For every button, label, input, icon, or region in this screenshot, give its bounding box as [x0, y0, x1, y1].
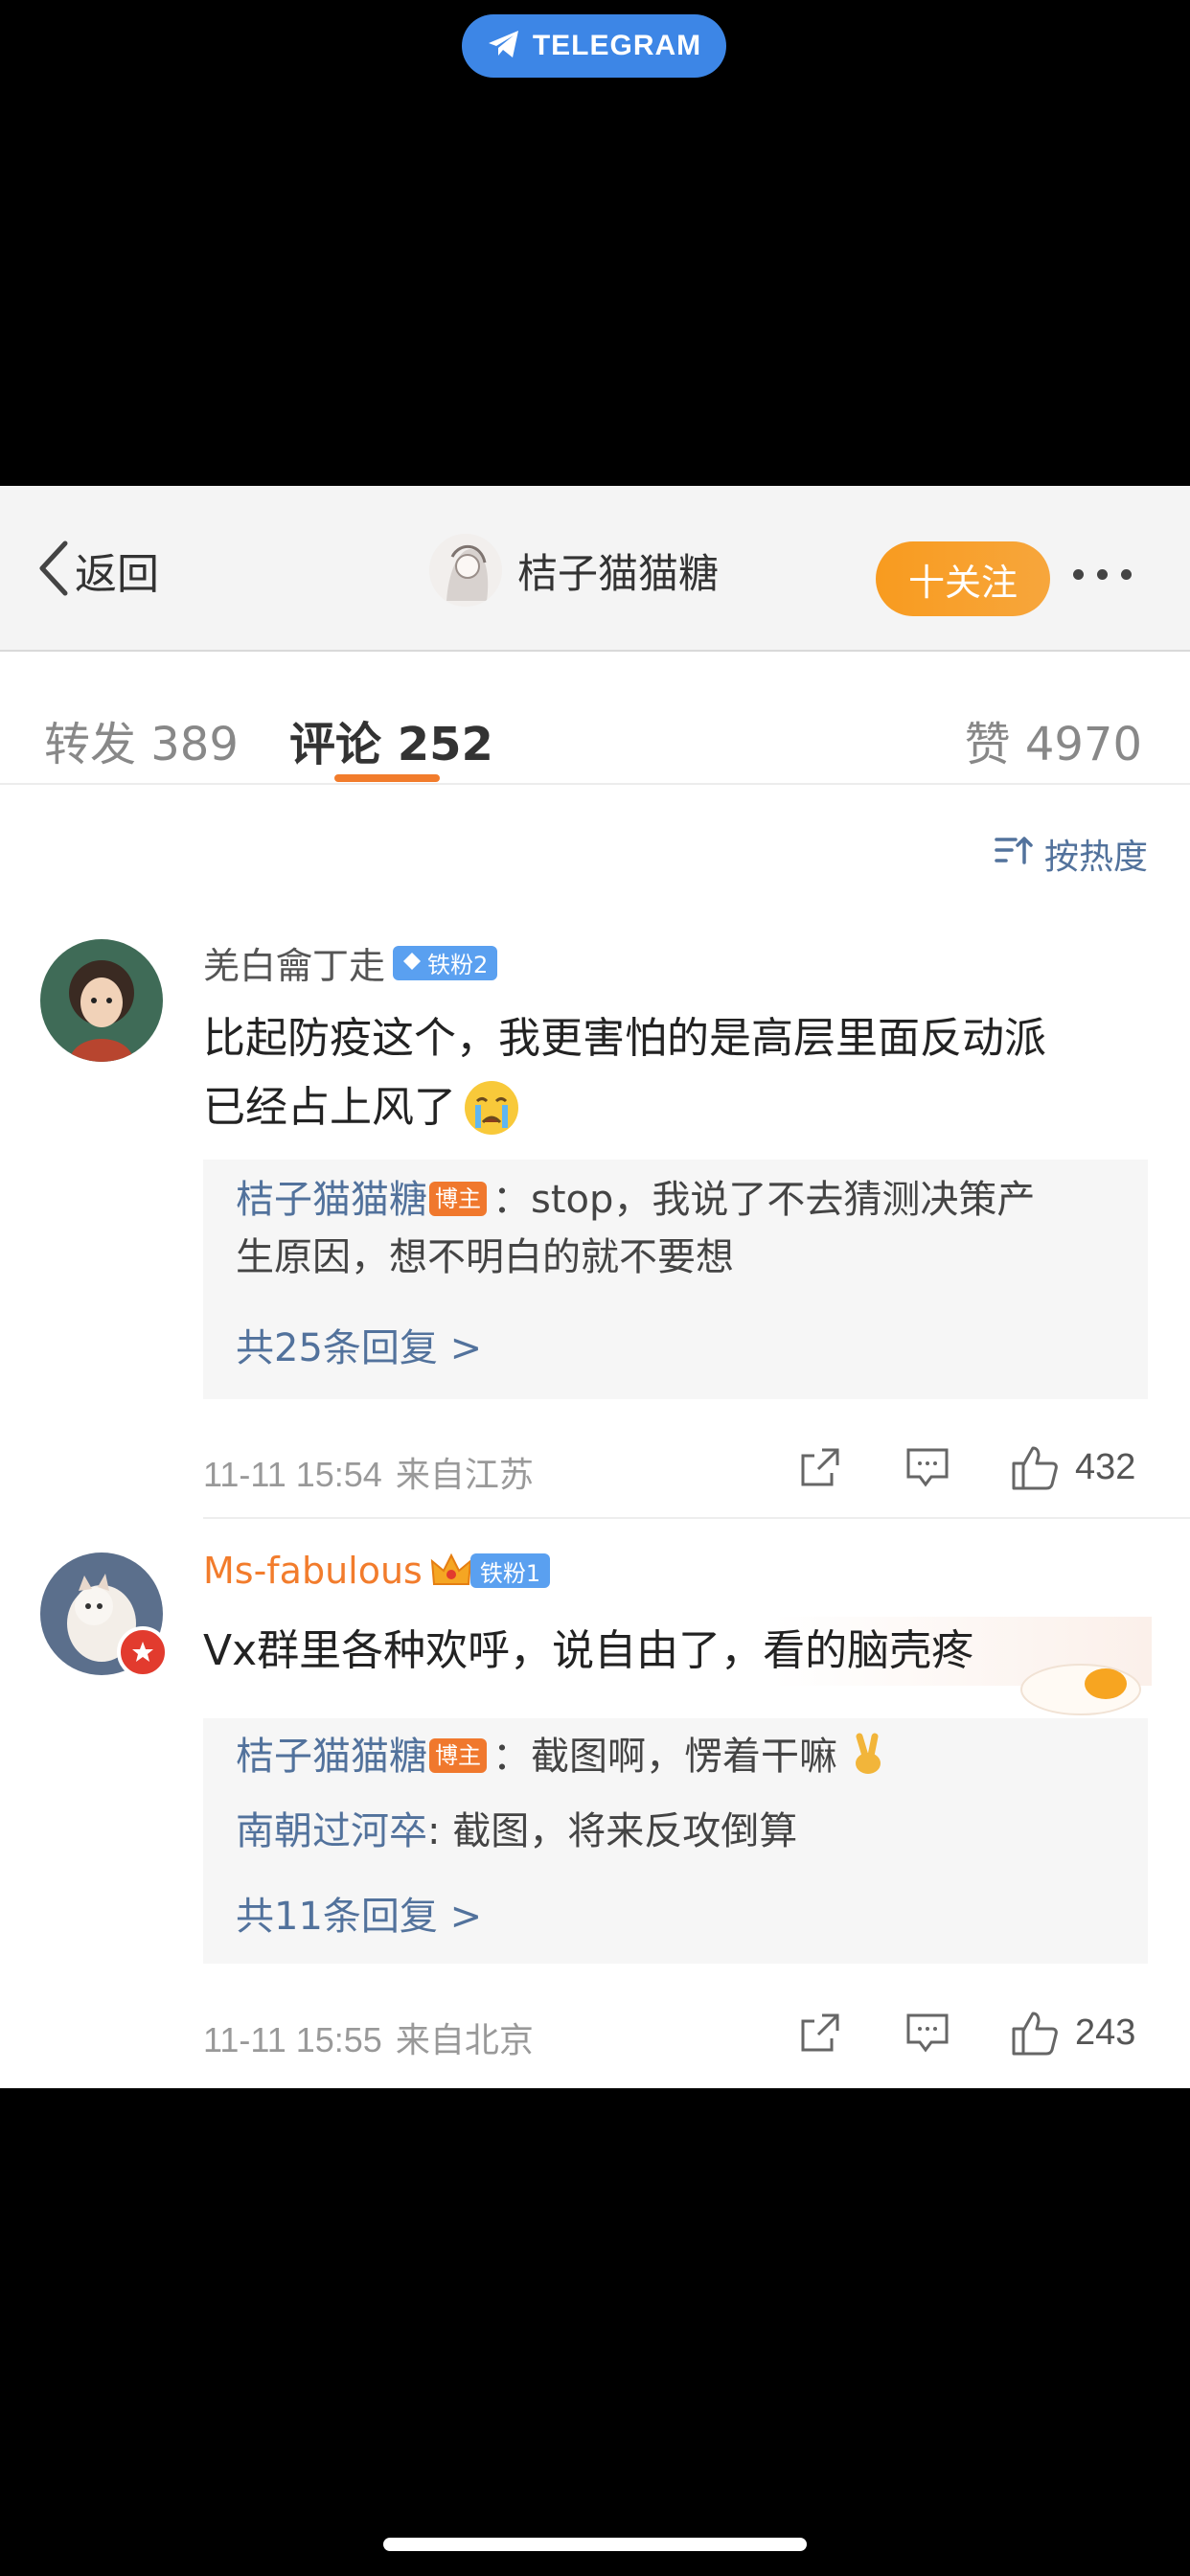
- sort-label: 按热度: [1043, 838, 1148, 877]
- sort-icon: [995, 834, 1033, 875]
- tab-likes[interactable]: 赞 4970: [965, 706, 1142, 773]
- share-icon[interactable]: [791, 1438, 849, 1496]
- comment-text: Vx群里各种欢呼，说自由了，看的脑壳疼: [203, 1617, 1152, 1686]
- commenter-name-text: Ms-fabulous: [203, 1550, 423, 1592]
- nav-user[interactable]: 桔子猫猫糖: [429, 534, 719, 607]
- comment-meta: 11-11 15:54 来自江苏: [203, 1447, 534, 1497]
- reply-text-continued: 生原因，想不明白的就不要想: [236, 1235, 734, 1279]
- like-icon[interactable]: [1006, 1438, 1064, 1496]
- victory-hand-icon: [850, 1733, 888, 1777]
- comment-divider: [203, 1517, 1190, 1519]
- nav-user-name: 桔子猫猫糖: [517, 549, 720, 597]
- reply-item: 桔子猫猫糖 博主 ：截图啊，愣着干嘛: [236, 1728, 888, 1785]
- chevron-left-icon: [36, 540, 69, 601]
- reply-box-more[interactable]: 共11条回复 >: [203, 1872, 1148, 1964]
- nav-user-avatar[interactable]: [429, 534, 502, 607]
- comment-text-line: Vx群里各种欢呼，说自由了，看的脑壳疼: [203, 1626, 974, 1675]
- commenter-name[interactable]: 羌白龠丁走 铁粉2: [203, 936, 498, 989]
- commenter-name[interactable]: Ms-fabulous 铁粉1: [203, 1550, 551, 1592]
- reply-text: ：截图啊，愣着干嘛: [492, 1735, 837, 1779]
- host-tag: 博主: [429, 1182, 487, 1216]
- comment-time: 11-11 15:55: [203, 2020, 382, 2059]
- reply-author[interactable]: 桔子猫猫糖: [236, 1735, 427, 1779]
- fan-badge: 铁粉2: [393, 945, 498, 980]
- tab-reposts[interactable]: 转发 389: [44, 706, 239, 773]
- tab-bar: 转发 389 评论 252 赞 4970: [0, 668, 1190, 785]
- host-tag: 博主: [429, 1738, 487, 1773]
- weibo-screenshot: 返回 桔子猫猫糖 十关注 转发 389 评论 252 赞 4970 按热度 羌白…: [0, 486, 1190, 2088]
- fan-badge-label: 铁粉2: [427, 952, 489, 978]
- telegram-badge: TELEGRAM: [462, 14, 726, 78]
- telegram-label: TELEGRAM: [532, 30, 702, 61]
- reply-text: : 截图，将来反攻倒算: [427, 1809, 798, 1853]
- more-replies-link[interactable]: 共11条回复 >: [236, 1885, 482, 1941]
- fan-badge-label: 铁粉1: [479, 1559, 541, 1587]
- comment-text-line: 已经占上风了: [203, 1073, 1152, 1142]
- sort-by-hot-button[interactable]: 按热度: [995, 829, 1148, 879]
- tab-active-indicator: [334, 774, 440, 782]
- back-label: 返回: [75, 550, 159, 599]
- like-count: 243: [1075, 2012, 1136, 2053]
- reply-author[interactable]: 南朝过河卒: [236, 1809, 427, 1853]
- more-replies-link[interactable]: 共25条回复 >: [236, 1317, 482, 1372]
- like-count: 432: [1075, 1446, 1136, 1487]
- comment-icon[interactable]: [899, 1438, 956, 1496]
- follow-button[interactable]: 十关注: [876, 541, 1050, 616]
- fan-badge: 铁粉1: [469, 1553, 551, 1588]
- comment-time: 11-11 15:54: [203, 1455, 382, 1494]
- comment-location: 来自江苏: [395, 1456, 534, 1495]
- commenter-name-text: 羌白龠丁走: [203, 945, 386, 987]
- diamond-icon: [402, 950, 422, 977]
- comment-location: 来自北京: [395, 2021, 534, 2060]
- tab-comments[interactable]: 评论 252: [289, 706, 493, 773]
- reply-box[interactable]: 桔子猫猫糖 博主 ：stop，我说了不去猜测决策产 生原因，想不明白的就不要想: [203, 1160, 1148, 1307]
- comment-text-line-2: 已经占上风了: [203, 1083, 456, 1132]
- reply-item: 桔子猫猫糖 博主 ：stop，我说了不去猜测决策产: [236, 1171, 1035, 1229]
- share-icon[interactable]: [791, 2004, 849, 2061]
- crying-face-icon: [462, 1078, 521, 1138]
- commenter-avatar[interactable]: [40, 939, 163, 1062]
- reply-box-more[interactable]: 共25条回复 >: [203, 1307, 1148, 1399]
- reply-text: ：stop，我说了不去猜测决策产: [492, 1178, 1036, 1222]
- back-button[interactable]: 返回: [36, 540, 159, 599]
- comment-actions: 243: [791, 2004, 1135, 2061]
- more-dots-icon[interactable]: [1073, 569, 1132, 580]
- comment-meta: 11-11 15:55 来自北京: [203, 2012, 534, 2062]
- comment-actions: 432: [791, 1438, 1135, 1496]
- like-icon[interactable]: [1006, 2004, 1064, 2061]
- home-indicator[interactable]: [383, 2538, 807, 2551]
- reply-item: 南朝过河卒: 截图，将来反攻倒算: [236, 1803, 797, 1860]
- verified-badge-icon: [117, 1626, 169, 1678]
- crown-icon: [430, 1552, 472, 1590]
- top-navbar: 返回 桔子猫猫糖 十关注: [0, 486, 1190, 652]
- reply-author[interactable]: 桔子猫猫糖: [236, 1178, 427, 1222]
- telegram-plane-icon: [487, 29, 521, 63]
- comment-icon[interactable]: [899, 2004, 956, 2061]
- comment-text: 比起防疫这个，我更害怕的是高层里面反动派 已经占上风了: [203, 1004, 1152, 1142]
- comment-text-line: 比起防疫这个，我更害怕的是高层里面反动派: [203, 1014, 1046, 1063]
- fried-egg-icon: [1018, 1655, 1148, 1722]
